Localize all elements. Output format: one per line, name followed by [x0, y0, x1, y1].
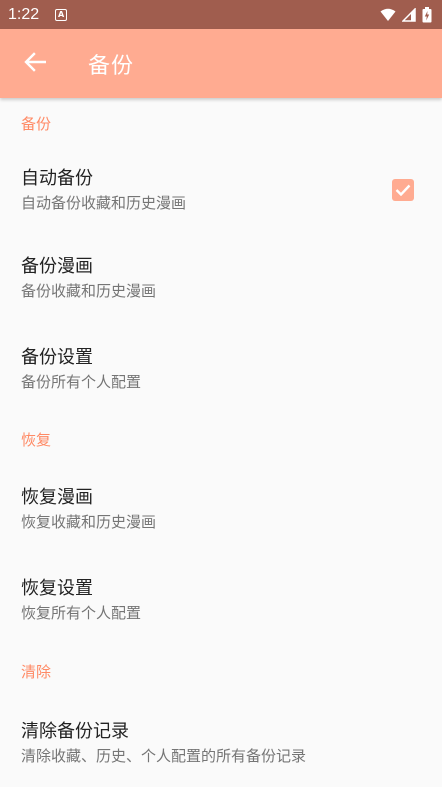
back-button[interactable]: [0, 29, 70, 98]
pref-summary: 备份收藏和历史漫画: [21, 282, 157, 300]
pref-backup-settings[interactable]: 备份设置 备份所有个人配置: [0, 324, 442, 414]
pref-title: 恢复漫画: [21, 487, 93, 508]
section-header-backup: 备份: [21, 114, 52, 133]
signal-icon: [402, 7, 416, 22]
pref-title: 自动备份: [21, 168, 93, 189]
pref-title: 恢复设置: [21, 578, 93, 599]
pref-title: 备份漫画: [21, 256, 93, 277]
check-icon: [395, 181, 411, 200]
battery-icon: [422, 6, 432, 23]
section-header-clear: 清除: [21, 662, 52, 681]
pref-summary: 自动备份收藏和历史漫画: [21, 194, 187, 212]
status-bar: 1:22 A: [0, 0, 442, 29]
pref-restore-comics[interactable]: 恢复漫画 恢复收藏和历史漫画: [0, 464, 442, 554]
preference-list: 备份 自动备份 自动备份收藏和历史漫画 备份漫画 备份收藏和历史漫画 备份设置 …: [0, 98, 442, 787]
pref-summary: 恢复所有个人配置: [21, 604, 142, 622]
pref-summary: 清除收藏、历史、个人配置的所有备份记录: [21, 747, 307, 765]
pref-clear-backup-records[interactable]: 清除备份记录 清除收藏、历史、个人配置的所有备份记录: [0, 696, 442, 787]
auto-backup-checkbox[interactable]: [392, 179, 414, 201]
section-header-restore: 恢复: [21, 430, 52, 449]
pref-backup-comics[interactable]: 备份漫画 备份收藏和历史漫画: [0, 232, 442, 324]
page-title: 备份: [88, 53, 135, 79]
wifi-icon: [380, 8, 396, 22]
notification-icon: A: [55, 8, 68, 21]
pref-summary: 恢复收藏和历史漫画: [21, 513, 157, 531]
pref-restore-settings[interactable]: 恢复设置 恢复所有个人配置: [0, 554, 442, 646]
pref-title: 备份设置: [21, 347, 93, 368]
app-bar: 备份: [0, 29, 442, 98]
pref-summary: 备份所有个人配置: [21, 373, 142, 391]
status-time: 1:22: [8, 5, 40, 23]
pref-auto-backup[interactable]: 自动备份 自动备份收藏和历史漫画: [0, 148, 442, 232]
pref-title: 清除备份记录: [21, 721, 129, 742]
arrow-back-icon: [24, 51, 47, 76]
